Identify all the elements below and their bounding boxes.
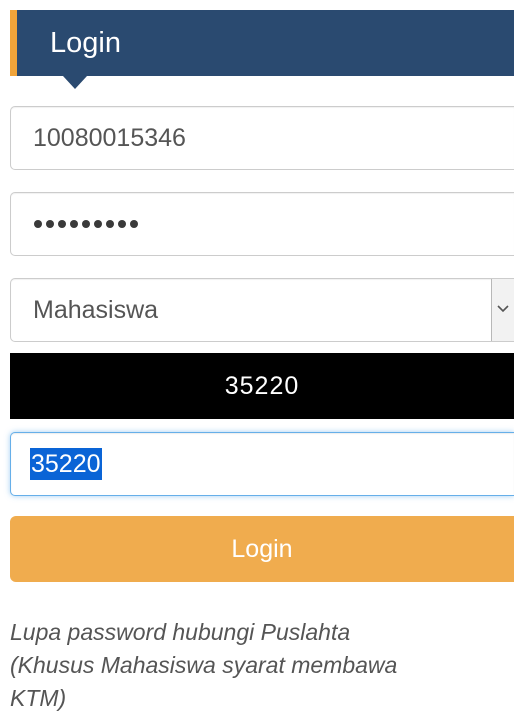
password-dot bbox=[94, 220, 102, 228]
password-dot bbox=[46, 220, 54, 228]
chevron-down-icon bbox=[497, 305, 509, 313]
captcha-text: 35220 bbox=[224, 372, 300, 400]
captcha-image: 35220 bbox=[10, 353, 514, 419]
login-button[interactable]: Login bbox=[10, 516, 514, 582]
password-dot bbox=[82, 220, 90, 228]
password-mask bbox=[34, 220, 138, 228]
password-dot bbox=[58, 220, 66, 228]
password-dot bbox=[118, 220, 126, 228]
username-value: 10080015346 bbox=[33, 124, 186, 152]
password-dot bbox=[130, 220, 138, 228]
password-dot bbox=[106, 220, 114, 228]
captcha-input-value: 35220 bbox=[30, 448, 102, 480]
password-dot bbox=[34, 220, 42, 228]
header-pointer bbox=[63, 76, 87, 89]
role-select-value: Mahasiswa bbox=[33, 296, 159, 324]
note-line: KTM) bbox=[10, 685, 67, 711]
panel-title: Login bbox=[50, 27, 121, 59]
note-line: (Khusus Mahasiswa syarat membawa bbox=[10, 652, 398, 678]
password-field[interactable] bbox=[10, 192, 514, 256]
password-dot bbox=[70, 220, 78, 228]
login-panel-header: Login bbox=[10, 10, 514, 89]
username-field[interactable]: 10080015346 bbox=[10, 106, 514, 170]
role-select[interactable]: Mahasiswa bbox=[10, 278, 514, 342]
forgot-password-note: Lupa password hubungi Puslahta (Khusus M… bbox=[10, 616, 510, 715]
captcha-input[interactable]: 35220 bbox=[10, 432, 514, 496]
header-accent-bar bbox=[10, 10, 17, 76]
note-line: Lupa password hubungi Puslahta bbox=[10, 619, 351, 645]
select-dropdown-button[interactable] bbox=[491, 279, 514, 341]
